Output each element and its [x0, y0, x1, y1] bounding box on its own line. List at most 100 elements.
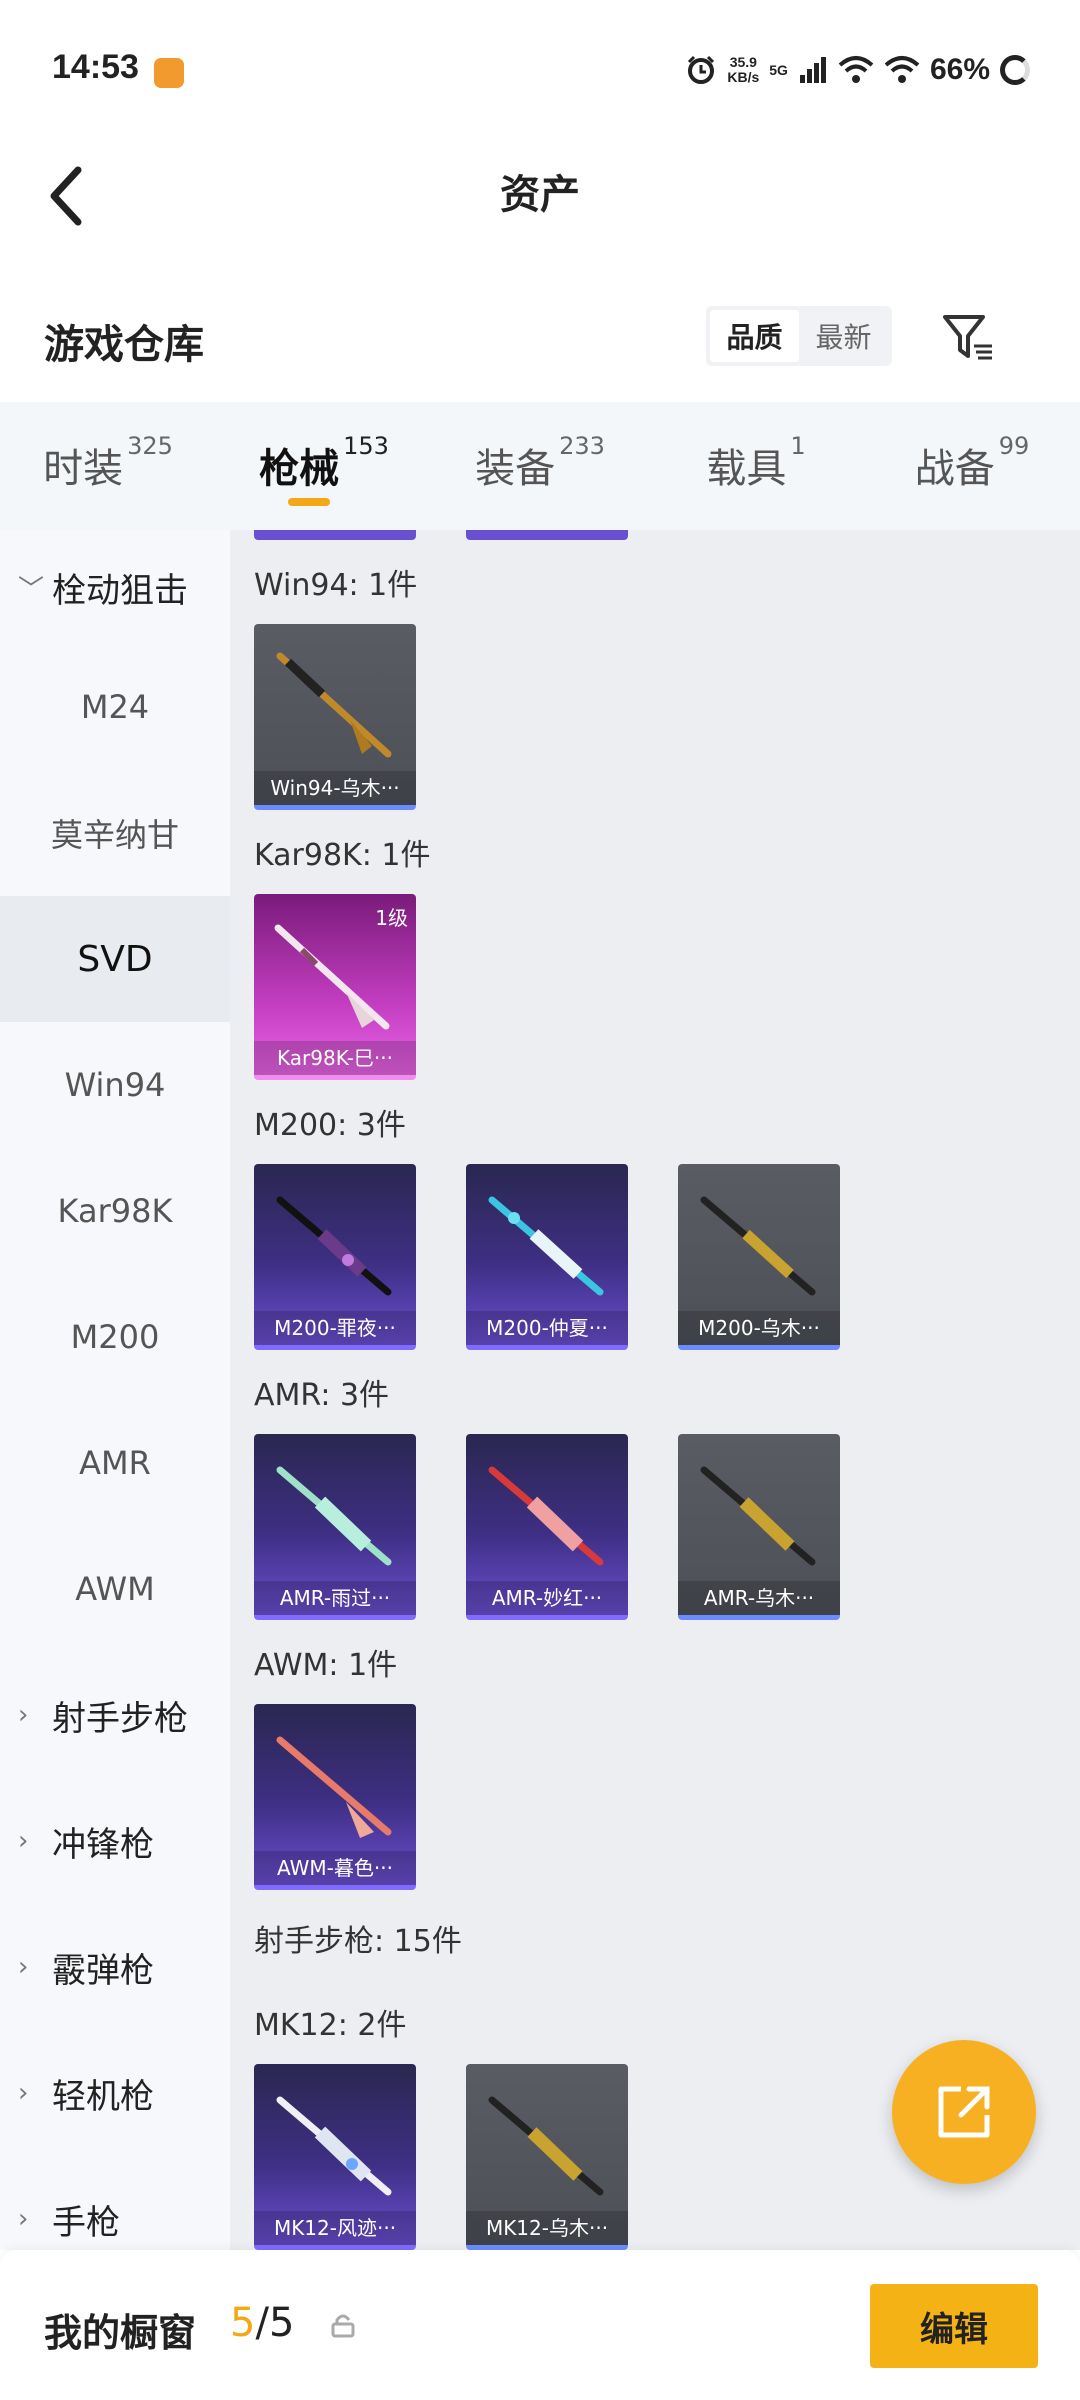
tab-count: 1 — [790, 432, 806, 460]
chevron-right-icon: › — [18, 1826, 29, 1856]
showcase-label: 我的橱窗 — [44, 2311, 197, 2355]
sidebar-group-bolt-action[interactable]: ﹀ 栓动狙击 — [0, 530, 230, 644]
sidebar-item-kar98k[interactable]: Kar98K — [0, 1148, 230, 1274]
showcase-separator: / — [255, 2300, 269, 2346]
weapon-card[interactable]: MK12-乌木··· — [466, 2064, 628, 2250]
weapon-name: AMR-妙红··· — [466, 1581, 628, 1615]
chevron-right-icon: › — [18, 2204, 29, 2234]
tab-label: 时装 — [43, 446, 124, 492]
section-label: 射手步枪: 15件 — [254, 1924, 462, 1959]
wifi-icon-2 — [884, 56, 920, 83]
sidebar-item-label: 冲锋枪 — [52, 1824, 154, 1865]
app-notification-icon — [154, 58, 184, 88]
wifi-icon — [838, 56, 874, 83]
rifle-icon — [488, 1196, 604, 1296]
sidebar-group-pistol[interactable]: › 手枪 — [0, 2156, 230, 2250]
weapon-card[interactable]: MK12-风迹··· — [254, 2064, 416, 2250]
tab-label: 装备 — [475, 446, 556, 492]
chevron-down-icon: ﹀ — [18, 574, 45, 605]
warehouse-header: 游戏仓库 品质 最新 — [0, 290, 1080, 390]
showcase-count: 5/5 — [230, 2300, 294, 2346]
weapon-card[interactable]: AMR-妙红··· — [466, 1434, 628, 1620]
sidebar-item-win94[interactable]: Win94 — [0, 1022, 230, 1148]
warehouse-title: 游戏仓库 — [44, 322, 204, 368]
battery-ring-icon — [1000, 55, 1030, 85]
sidebar-item-awm[interactable]: AWM — [0, 1526, 230, 1652]
rifle-icon — [700, 1466, 816, 1566]
rifle-icon — [276, 2096, 392, 2196]
tab-count: 153 — [343, 432, 389, 460]
rifle-icon — [488, 1466, 604, 1566]
sort-quality-button[interactable]: 品质 — [710, 310, 799, 362]
tab-vehicles[interactable]: 载具 1 — [648, 402, 864, 530]
share-external-icon — [938, 2086, 990, 2138]
tab-equipment[interactable]: 装备 233 — [432, 402, 648, 530]
net-speed-unit: KB/s — [727, 69, 760, 85]
tab-label: 战备 — [914, 446, 995, 492]
tab-firearms[interactable]: 枪械 153 — [216, 402, 432, 530]
weapon-name: AMR-雨过··· — [254, 1581, 416, 1615]
sidebar-group-lmg[interactable]: › 轻机枪 — [0, 2030, 230, 2156]
tab-label: 枪械 — [259, 446, 340, 492]
sidebar-item-svd[interactable]: SVD — [0, 896, 230, 1022]
share-button[interactable] — [892, 2040, 1036, 2184]
alarm-icon — [688, 55, 715, 84]
weapon-card[interactable]: 1级 Kar98K-巳··· — [254, 894, 416, 1080]
battery-percent: 66% — [929, 53, 990, 86]
section-label: Win94: 1件 — [254, 568, 418, 603]
status-right: 35.9 KB/s 5G 66% — [685, 48, 1030, 92]
sidebar-group-shotgun[interactable]: › 霰弹枪 — [0, 1904, 230, 2030]
sidebar-item-label: 霰弹枪 — [52, 1950, 154, 1991]
sidebar-group-smg[interactable]: › 冲锋枪 — [0, 1778, 230, 1904]
tab-fashion[interactable]: 时装 325 — [0, 402, 216, 530]
sidebar-item-label: 栓动狙击 — [52, 570, 188, 611]
filter-button[interactable] — [940, 310, 996, 366]
weapon-type-sidebar: ﹀ 栓动狙击 M24 莫辛纳甘 SVD Win94 Kar98K M200 AMR… — [0, 530, 230, 2250]
section-label: AWM: 1件 — [254, 1648, 398, 1683]
sidebar-item-m200[interactable]: M200 — [0, 1274, 230, 1400]
weapon-card[interactable]: M200-仲夏··· — [466, 1164, 628, 1350]
weapon-name: M200-仲夏··· — [466, 1311, 628, 1345]
sort-newest-button[interactable]: 最新 — [799, 310, 888, 362]
sidebar-item-amr[interactable]: AMR — [0, 1400, 230, 1526]
tab-label: 载具 — [706, 446, 787, 492]
section-label: M200: 3件 — [254, 1108, 406, 1143]
showcase-bar: 我的橱窗 5/5 编辑 — [0, 2250, 1080, 2400]
weapon-list: Win94: 1件 Win94-乌木··· Kar98K: 1件 1级 Kar9… — [230, 530, 1080, 2250]
rifle-icon — [488, 2096, 604, 2196]
weapon-card[interactable]: Win94-乌木··· — [254, 624, 416, 810]
rifle-icon — [276, 652, 392, 758]
weapon-name: Win94-乌木··· — [254, 771, 416, 805]
level-badge: 1级 — [375, 906, 408, 930]
weapon-card[interactable]: AMR-乌木··· — [678, 1434, 840, 1620]
rifle-icon — [276, 1736, 392, 1838]
tab-count: 325 — [127, 432, 173, 460]
active-tab-indicator — [288, 498, 330, 506]
tab-supplies[interactable]: 战备 99 — [864, 402, 1080, 530]
weapon-card[interactable]: AMR-雨过··· — [254, 1434, 416, 1620]
weapon-card[interactable]: M200-乌木··· — [678, 1164, 840, 1350]
edit-button[interactable]: 编辑 — [870, 2284, 1038, 2368]
weapon-card[interactable]: M200-罪夜··· — [254, 1164, 416, 1350]
net-speed: 35.9 KB/s — [727, 55, 759, 85]
sidebar-item-mosin[interactable]: 莫辛纳甘 — [0, 770, 230, 896]
rifle-icon — [274, 924, 390, 1030]
weapon-name: AMR-乌木··· — [678, 1581, 840, 1615]
weapon-name: Kar98K-巳··· — [254, 1041, 416, 1075]
status-time: 14:53 — [52, 48, 139, 86]
weapon-name: M200-罪夜··· — [254, 1311, 416, 1345]
chevron-right-icon: › — [18, 1700, 29, 1730]
weapon-name: AWM-暮色··· — [254, 1851, 416, 1885]
weapon-name: MK12-风迹··· — [254, 2211, 416, 2245]
sidebar-item-m24[interactable]: M24 — [0, 644, 230, 770]
rifle-icon — [276, 1466, 392, 1566]
filter-icon — [943, 315, 992, 360]
sidebar-group-dmr[interactable]: › 射手步枪 — [0, 1652, 230, 1778]
chevron-right-icon: › — [18, 1952, 29, 1982]
sidebar-item-label: 射手步枪 — [52, 1698, 188, 1739]
card-stub — [254, 530, 416, 540]
weapon-card[interactable]: AWM-暮色··· — [254, 1704, 416, 1890]
lock-icon — [331, 2314, 355, 2338]
sidebar-item-label: 手枪 — [52, 2202, 120, 2243]
rifle-icon — [276, 1196, 392, 1296]
